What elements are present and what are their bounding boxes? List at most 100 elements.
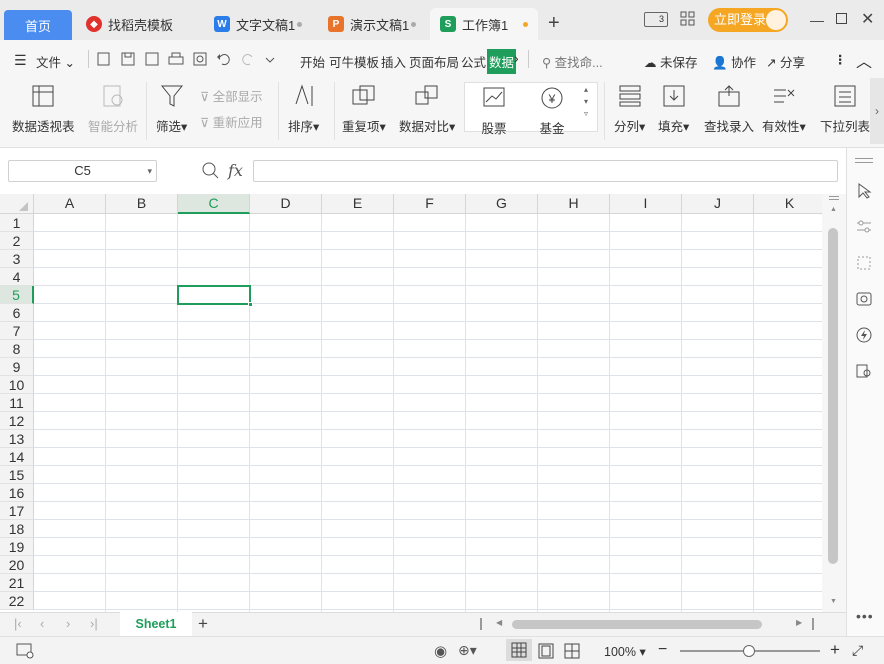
- data-compare-button[interactable]: 数据对比▾: [399, 82, 455, 135]
- column-header-g[interactable]: G: [466, 194, 538, 214]
- tab-workbook[interactable]: S 工作簿1: [430, 8, 538, 40]
- search-command[interactable]: ⚲ 查找命...: [542, 52, 603, 71]
- row-header-11[interactable]: 11: [0, 394, 34, 412]
- row-header-19[interactable]: 19: [0, 538, 34, 556]
- print-icon[interactable]: [168, 51, 184, 67]
- first-sheet-icon[interactable]: |‹: [14, 616, 22, 631]
- row-header-16[interactable]: 16: [0, 484, 34, 502]
- undo-icon[interactable]: [216, 51, 232, 67]
- scroll-right-arrow[interactable]: ▶: [796, 618, 802, 627]
- menu-page-layout[interactable]: 页面布局: [409, 52, 459, 71]
- last-sheet-icon[interactable]: ›|: [90, 616, 98, 631]
- split-column-button[interactable]: 分列▾: [614, 82, 645, 135]
- close-button[interactable]: ✕: [861, 9, 874, 29]
- prev-sheet-icon[interactable]: ‹: [40, 616, 44, 631]
- sheet-tab-sheet1[interactable]: Sheet1: [120, 612, 192, 636]
- smart-tools-icon[interactable]: [855, 290, 873, 308]
- fill-button[interactable]: 填充▾: [658, 82, 689, 135]
- page-break-view-icon[interactable]: [564, 643, 580, 659]
- redo-icon[interactable]: [240, 51, 256, 67]
- ai-assistant-icon[interactable]: [855, 326, 873, 344]
- column-header-f[interactable]: F: [394, 194, 466, 214]
- maximize-button[interactable]: [836, 13, 847, 24]
- row-header-21[interactable]: 21: [0, 574, 34, 592]
- macro-record-icon[interactable]: [16, 643, 34, 659]
- row-header-22[interactable]: 22: [0, 592, 34, 610]
- vertical-scrollbar[interactable]: ▲ ▼: [822, 194, 846, 612]
- menu-file[interactable]: 文件 ⌄: [36, 52, 75, 71]
- eye-protection-icon[interactable]: ◉: [434, 642, 447, 660]
- ribbon-scroll-right[interactable]: ›: [870, 78, 884, 144]
- fx-icon[interactable]: fx: [228, 161, 243, 180]
- tab-close-dot[interactable]: [411, 22, 416, 27]
- row-header-2[interactable]: 2: [0, 232, 34, 250]
- row-header-3[interactable]: 3: [0, 250, 34, 268]
- pdf-icon[interactable]: [144, 51, 160, 67]
- customize-toolbar-icon[interactable]: [264, 51, 276, 67]
- share-button[interactable]: ↗ 分享: [766, 52, 805, 71]
- select-all-corner[interactable]: [0, 194, 34, 214]
- menu-data[interactable]: 数据: [487, 49, 517, 74]
- show-all-button[interactable]: ⊽ 全部显示: [200, 86, 263, 105]
- sort-button[interactable]: 排序▾: [288, 82, 319, 135]
- zoom-slider-handle[interactable]: [743, 645, 755, 657]
- dropdown-list-button[interactable]: 下拉列表: [820, 82, 870, 135]
- column-header-e[interactable]: E: [322, 194, 394, 214]
- row-header-12[interactable]: 12: [0, 412, 34, 430]
- stock-button[interactable]: 股票: [480, 84, 508, 137]
- row-header-4[interactable]: 4: [0, 268, 34, 286]
- tab-writer[interactable]: W 文字文稿1: [204, 8, 312, 40]
- properties-icon[interactable]: [855, 218, 873, 236]
- unsaved-button[interactable]: ☁ 未保存: [644, 52, 698, 71]
- zoom-level[interactable]: 100% ▾: [604, 644, 646, 659]
- row-header-14[interactable]: 14: [0, 448, 34, 466]
- row-header-10[interactable]: 10: [0, 376, 34, 394]
- export-icon[interactable]: [96, 51, 112, 67]
- fill-handle[interactable]: [248, 302, 253, 307]
- name-box[interactable]: C5 ▾: [8, 160, 157, 182]
- vertical-scroll-thumb[interactable]: [828, 228, 838, 564]
- tab-close-dot[interactable]: [297, 22, 302, 27]
- view-mode-icon[interactable]: ⊕▾: [458, 642, 477, 659]
- row-header-17[interactable]: 17: [0, 502, 34, 520]
- scroll-up-arrow[interactable]: ▲: [830, 206, 837, 213]
- apps-grid-icon[interactable]: [680, 11, 696, 27]
- minimize-button[interactable]: —: [810, 12, 824, 28]
- menu-formula[interactable]: 公式: [461, 52, 486, 71]
- validity-button[interactable]: 有效性▾: [762, 82, 806, 135]
- row-header-20[interactable]: 20: [0, 556, 34, 574]
- print-preview-icon[interactable]: [192, 51, 208, 67]
- column-header-a[interactable]: A: [34, 194, 106, 214]
- row-header-1[interactable]: 1: [0, 214, 34, 232]
- column-header-j[interactable]: J: [682, 194, 754, 214]
- pivot-table-button[interactable]: 数据透视表: [12, 82, 75, 135]
- login-button[interactable]: 立即登录: [708, 8, 788, 32]
- row-header-18[interactable]: 18: [0, 520, 34, 538]
- split-handle-right[interactable]: [812, 618, 814, 630]
- scroll-left-arrow[interactable]: ◀: [496, 618, 502, 627]
- menu-home[interactable]: 开始: [300, 52, 325, 71]
- scroll-down-arrow[interactable]: ▼: [830, 598, 837, 605]
- zoom-in-button[interactable]: +: [830, 640, 840, 660]
- row-header-15[interactable]: 15: [0, 466, 34, 484]
- add-sheet-button[interactable]: +: [198, 614, 208, 634]
- select-pointer-icon[interactable]: [855, 182, 873, 200]
- lookup-entry-button[interactable]: 查找录入: [704, 82, 754, 135]
- row-header-5[interactable]: 5: [0, 286, 34, 304]
- row-header-13[interactable]: 13: [0, 430, 34, 448]
- row-header-8[interactable]: 8: [0, 340, 34, 358]
- normal-view-button[interactable]: [506, 639, 532, 661]
- reader-icon[interactable]: [855, 362, 873, 380]
- save-icon[interactable]: [120, 51, 136, 67]
- row-header-9[interactable]: 9: [0, 358, 34, 376]
- menu-template[interactable]: 可牛模板: [329, 52, 379, 71]
- column-header-k[interactable]: K: [754, 194, 822, 214]
- filter-button[interactable]: 筛选▾: [156, 82, 187, 135]
- tab-presentation[interactable]: P 演示文稿1: [318, 8, 426, 40]
- formula-input[interactable]: [253, 160, 838, 182]
- fund-button[interactable]: ¥ 基金: [538, 84, 566, 137]
- page-layout-view-icon[interactable]: [538, 643, 554, 659]
- fullscreen-icon[interactable]: ⤢: [852, 642, 863, 659]
- horizontal-scroll-thumb[interactable]: [512, 620, 762, 629]
- column-header-c[interactable]: C: [178, 194, 250, 214]
